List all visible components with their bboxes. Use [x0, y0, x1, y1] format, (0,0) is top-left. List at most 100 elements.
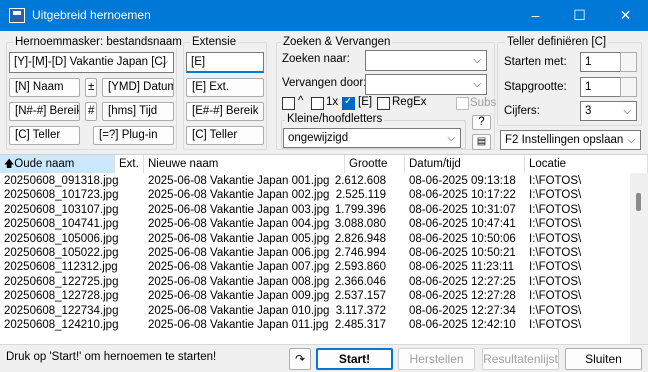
- table-row[interactable]: 20250608_104741.jpg 2025-06-08 Vakantie J…: [0, 217, 630, 231]
- scrollbar-thumb[interactable]: [636, 193, 641, 211]
- old-name-cell: 20250608_122725.jpg: [4, 275, 119, 288]
- step-spinner[interactable]: [620, 77, 637, 97]
- mask-value: [Y]-[M]-[D] Vakantie Japan [C]: [14, 56, 166, 68]
- start-input[interactable]: 1: [580, 52, 621, 72]
- chevron-down-icon: ⌵: [160, 57, 168, 68]
- title-bar: Uitgebreid hernoemen – ☐ ✕: [0, 0, 648, 31]
- step-label: Stapgrootte:: [504, 81, 567, 93]
- table-row[interactable]: 20250608_122728.jpg 2025-06-08 Vakantie J…: [0, 289, 630, 303]
- table-row[interactable]: 20250608_091318.jpg 2025-06-08 Vakantie J…: [0, 174, 630, 188]
- table-row[interactable]: 20250608_105022.jpg 2025-06-08 Vakantie J…: [0, 246, 630, 260]
- subs-label: Subs: [470, 97, 497, 109]
- redo-button[interactable]: ↷: [289, 348, 311, 370]
- start-label: Starten met:: [504, 56, 567, 68]
- table-row[interactable]: 20250608_122734.jpg 2025-06-08 Vakantie J…: [0, 304, 630, 318]
- maximize-button[interactable]: ☐: [557, 0, 602, 31]
- caret-label: ^: [298, 95, 304, 107]
- datetime-cell: 08-06-2025 12:42:10: [409, 319, 516, 331]
- location-cell: I:\FOTOS\: [529, 304, 582, 317]
- find-label: Zoeken naar:: [282, 53, 350, 65]
- column-location[interactable]: Locatie: [525, 155, 648, 173]
- new-name-cell: 2025-06-08 Vakantie Japan 009.jpg: [148, 290, 330, 303]
- table-row[interactable]: 20250608_122725.jpg 2025-06-08 Vakantie J…: [0, 275, 630, 289]
- caret-checkbox[interactable]: [282, 97, 295, 110]
- redo-icon: ↷: [294, 352, 306, 366]
- name-button[interactable]: [N] Naam: [9, 78, 80, 97]
- list-preset-button[interactable]: ▤: [472, 134, 491, 150]
- location-cell: I:\FOTOS\: [529, 232, 582, 245]
- datetime-cell: 08-06-2025 12:27:34: [409, 304, 516, 317]
- step-input[interactable]: 1: [580, 77, 621, 97]
- close-window-button[interactable]: ✕: [603, 0, 648, 31]
- size-cell: 2.746.994: [334, 247, 386, 259]
- plugin-button[interactable]: [=?] Plug-in: [93, 126, 174, 145]
- ext-range-button[interactable]: [E#-#] Bereik: [186, 102, 264, 121]
- counter-button[interactable]: [C] Teller: [9, 126, 80, 145]
- help-button[interactable]: ?: [472, 115, 491, 130]
- once-label: 1x: [326, 96, 339, 108]
- find-combo[interactable]: ⌵: [365, 50, 487, 71]
- hash-button[interactable]: #: [85, 102, 97, 121]
- column-new-name[interactable]: Nieuwe naam: [144, 155, 345, 173]
- file-list[interactable]: 🡅Oude naam Ext. Nieuwe naam Grootte Datu…: [0, 154, 648, 344]
- size-cell: 2.537.157: [334, 290, 386, 303]
- new-name-cell: 2025-06-08 Vakantie Japan 011.jpg: [148, 319, 329, 331]
- digits-value: 3: [585, 105, 592, 117]
- minimize-button[interactable]: –: [513, 0, 558, 31]
- regex-checkbox[interactable]: [377, 97, 390, 110]
- once-checkbox[interactable]: [311, 97, 324, 110]
- table-row[interactable]: 20250608_124210.jpg 2025-06-08 Vakantie J…: [0, 318, 630, 332]
- ext-counter-button[interactable]: [C] Teller: [186, 126, 264, 145]
- chevron-down-icon: ⌵: [473, 55, 481, 66]
- column-datetime[interactable]: Datum/tijd: [405, 155, 525, 173]
- time-button[interactable]: [hms] Tijd: [102, 102, 174, 121]
- date-button[interactable]: [YMD] Datum: [102, 78, 174, 97]
- vertical-scrollbar[interactable]: [630, 173, 648, 344]
- new-name-cell: 2025-06-08 Vakantie Japan 004.jpg: [148, 218, 330, 231]
- save-settings-combo[interactable]: F2 Instellingen opslaan ⌵: [500, 130, 641, 150]
- new-name-cell: 2025-06-08 Vakantie Japan 008.jpg: [148, 275, 330, 288]
- old-name-cell: 20250608_103107.jpg: [4, 203, 119, 216]
- table-row[interactable]: 20250608_112312.jpg 2025-06-08 Vakantie J…: [0, 260, 630, 274]
- size-cell: 2.366.046: [334, 275, 386, 288]
- chevron-down-icon: ⌵: [623, 106, 631, 117]
- start-spinner[interactable]: [620, 52, 637, 72]
- plus-minus-button[interactable]: ±: [85, 78, 97, 97]
- replace-label: Vervangen door:: [282, 77, 367, 89]
- table-row[interactable]: 20250608_105006.jpg 2025-06-08 Vakantie J…: [0, 232, 630, 246]
- new-name-cell: 2025-06-08 Vakantie Japan 002.jpg: [148, 189, 330, 202]
- close-button[interactable]: Sluiten: [565, 348, 642, 370]
- extension-input[interactable]: [E]: [186, 52, 264, 73]
- name-range-button[interactable]: [N#-#] Bereik: [9, 102, 80, 121]
- search-replace-label: Zoeken & Vervangen: [281, 36, 393, 48]
- digits-combo[interactable]: 3 ⌵: [580, 101, 637, 121]
- results-list-button[interactable]: Resultatenlijst: [482, 348, 559, 370]
- chevron-down-icon: ⌵: [473, 79, 481, 90]
- datetime-cell: 08-06-2025 10:17:22: [409, 189, 516, 202]
- save-settings-value: F2 Instellingen opslaan: [505, 134, 624, 146]
- mask-combo[interactable]: [Y]-[M]-[D] Vakantie Japan [C] ⌵: [9, 52, 174, 73]
- new-name-cell: 2025-06-08 Vakantie Japan 007.jpg: [148, 261, 330, 274]
- ext-checkbox[interactable]: [342, 96, 355, 110]
- size-cell: 2.525.119: [335, 189, 386, 202]
- ext-button[interactable]: [E] Ext.: [186, 78, 264, 97]
- case-combo[interactable]: ongewijzigd ⌵: [283, 128, 461, 148]
- old-name-cell: 20250608_105006.jpg: [4, 232, 119, 245]
- column-old-name[interactable]: 🡅Oude naam: [0, 155, 115, 173]
- mask-group-label: Hernoemmasker: bestandsnaam: [13, 36, 184, 48]
- datetime-cell: 08-06-2025 12:27:25: [409, 275, 516, 288]
- subs-checkbox[interactable]: [456, 97, 469, 110]
- counter-group-label: Teller definiëren [C]: [505, 36, 609, 48]
- column-ext[interactable]: Ext.: [115, 155, 144, 173]
- status-message: Druk op 'Start!' om hernoemen te starten…: [6, 351, 217, 363]
- new-name-cell: 2025-06-08 Vakantie Japan 006.jpg: [148, 247, 330, 259]
- start-button[interactable]: Start!: [316, 348, 393, 370]
- restore-button[interactable]: Herstellen: [398, 348, 475, 370]
- replace-combo[interactable]: ⌵: [365, 74, 487, 95]
- old-name-cell: 20250608_091318.jpg: [4, 175, 119, 187]
- table-row[interactable]: 20250608_103107.jpg 2025-06-08 Vakantie J…: [0, 203, 630, 217]
- location-cell: I:\FOTOS\: [529, 261, 582, 274]
- column-size[interactable]: Grootte: [345, 155, 405, 173]
- size-cell: 2.485.317: [334, 319, 386, 331]
- table-row[interactable]: 20250608_101723.jpg 2025-06-08 Vakantie J…: [0, 188, 630, 202]
